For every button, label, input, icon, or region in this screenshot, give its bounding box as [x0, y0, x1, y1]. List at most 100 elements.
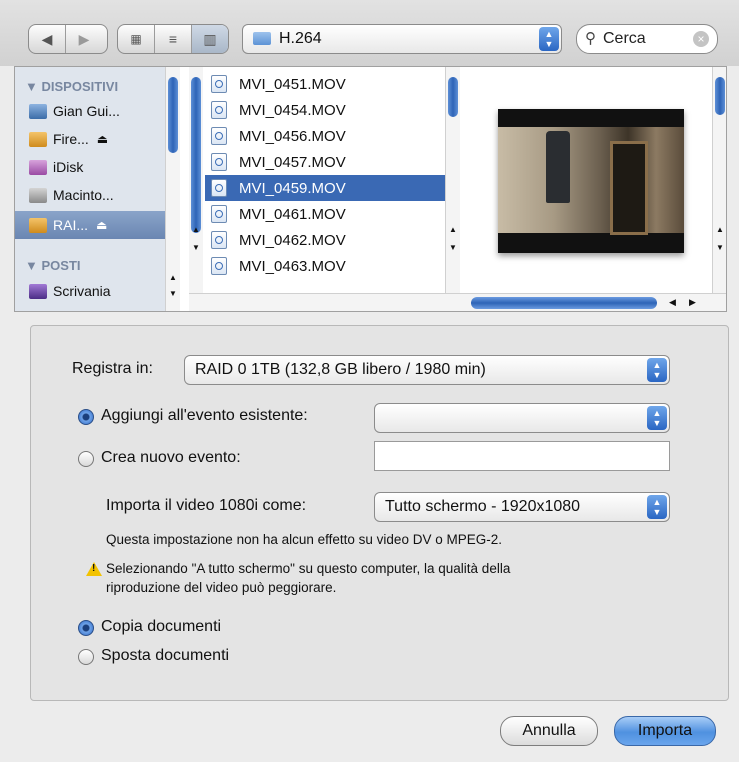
sidebar-item-raid[interactable]: RAI... ⏏ [15, 211, 165, 239]
movie-file-icon [211, 127, 227, 145]
sidebar-scrollbar[interactable]: ▲ ▼ [165, 67, 180, 311]
sidebar-item-computer[interactable]: Gian Gui... [29, 99, 165, 123]
cancel-button[interactable]: Annulla [500, 716, 598, 746]
scroll-left-icon[interactable]: ◀ [669, 297, 676, 308]
disclosure-triangle-icon[interactable]: ▼ [25, 258, 41, 273]
sidebar-item-label: Gian Gui... [53, 103, 120, 119]
sidebar-item-desktop[interactable]: Scrivania [29, 279, 165, 303]
scrollbar-thumb[interactable] [191, 77, 201, 233]
popup-arrows-icon: ▲ ▼ [647, 495, 667, 519]
movie-file-icon [211, 101, 227, 119]
scrollbar-thumb[interactable] [448, 77, 458, 117]
save-in-label: Registra in: [72, 360, 153, 377]
save-in-popup[interactable]: RAID 0 1TB (132,8 GB libero / 1980 min) … [184, 355, 670, 385]
scroll-up-icon[interactable]: ▲ [716, 225, 724, 234]
desktop-icon [29, 283, 47, 299]
video-preview [498, 109, 684, 253]
file-browser: ▼ DISPOSITIVI Gian Gui... Fire... ⏏ iDis… [14, 66, 727, 312]
horizontal-scrollbar[interactable]: ◀ ▶ [189, 293, 726, 311]
scrollbar-thumb[interactable] [715, 77, 725, 115]
list-item[interactable]: MVI_0456.MOV [205, 123, 445, 149]
list-view-icon[interactable]: ≡ [155, 25, 192, 53]
sidebar-header-devices: DISPOSITIVI [41, 79, 119, 94]
search-field[interactable]: ⚲ Cerca × [576, 24, 718, 54]
scroll-down-icon[interactable]: ▼ [449, 243, 457, 252]
view-mode-control: ▦ ≡ ▥ [117, 24, 229, 54]
raid-drive-icon [29, 217, 47, 233]
scroll-right-icon[interactable]: ▶ [689, 297, 696, 308]
scroll-down-icon[interactable]: ▼ [716, 243, 724, 252]
clear-search-icon[interactable]: × [693, 31, 709, 47]
sidebar-item-label: iDisk [53, 159, 84, 175]
file-name: MVI_0461.MOV [239, 205, 346, 223]
list-item[interactable]: MVI_0463.MOV [205, 253, 445, 279]
scrollbar-thumb[interactable] [471, 297, 657, 309]
file-name: MVI_0463.MOV [239, 257, 346, 275]
new-event-field[interactable] [374, 441, 670, 471]
eject-icon[interactable]: ⏏ [97, 132, 108, 146]
movie-file-icon [211, 205, 227, 223]
scrollbar-thumb[interactable] [168, 77, 178, 153]
search-input[interactable]: Cerca [603, 30, 646, 48]
file-name: MVI_0451.MOV [239, 75, 346, 93]
sidebar-item-label: RAI... [53, 217, 89, 233]
existing-event-popup[interactable]: ▲ ▼ [374, 403, 670, 433]
movie-file-icon [211, 179, 227, 197]
file-name: MVI_0454.MOV [239, 101, 346, 119]
list-item[interactable]: MVI_0457.MOV [205, 149, 445, 175]
list-item-selected[interactable]: MVI_0459.MOV [205, 175, 445, 201]
video-preview-image [498, 127, 684, 235]
path-popup[interactable]: H.264 ▲ ▼ [242, 24, 562, 54]
disclosure-triangle-icon[interactable]: ▼ [25, 79, 41, 94]
icon-view-icon[interactable]: ▦ [118, 25, 155, 53]
file-name: MVI_0456.MOV [239, 127, 346, 145]
import-button[interactable]: Importa [614, 716, 716, 746]
idisk-icon [29, 159, 47, 175]
save-in-value: RAID 0 1TB (132,8 GB libero / 1980 min) [195, 361, 486, 378]
movie-file-icon [211, 75, 227, 93]
preview-scrollbar[interactable]: ▲ ▼ [712, 67, 726, 293]
hard-drive-icon [29, 187, 47, 203]
warning-text-line2: riproduzione del video può peggiorare. [106, 580, 337, 595]
back-arrow-icon[interactable]: ◀ [29, 25, 66, 53]
movie-file-icon [211, 231, 227, 249]
list-item[interactable]: MVI_0461.MOV [205, 201, 445, 227]
column2-scrollbar[interactable]: ▲ ▼ [445, 67, 460, 293]
scroll-up-icon[interactable]: ▲ [449, 225, 457, 234]
file-name: MVI_0457.MOV [239, 153, 346, 171]
sidebar-item-label: Macinto... [53, 187, 114, 203]
warning-text-line1: Selezionando "A tutto schermo" su questo… [106, 561, 511, 576]
new-event-radio[interactable] [78, 451, 94, 467]
copy-documents-label: Copia documenti [101, 618, 222, 635]
popup-arrows-icon: ▲ ▼ [647, 406, 667, 430]
sidebar-item-idisk[interactable]: iDisk [29, 155, 165, 179]
scroll-up-icon[interactable]: ▲ [192, 225, 200, 234]
sidebar-item-macintosh[interactable]: Macinto... [29, 183, 165, 207]
list-item[interactable]: MVI_0454.MOV [205, 97, 445, 123]
move-documents-radio[interactable] [78, 649, 94, 665]
folder-icon [253, 32, 271, 45]
computer-icon [29, 103, 47, 119]
popup-arrows-icon: ▲ ▼ [647, 358, 667, 382]
toolbar: ◀ ▶ ▦ ≡ ▥ H.264 ▲ ▼ ⚲ Cerca × [0, 0, 739, 66]
column1-scrollbar[interactable]: ▲ ▼ [189, 67, 203, 293]
scroll-down-icon[interactable]: ▼ [169, 289, 177, 298]
list-item[interactable]: MVI_0462.MOV [205, 227, 445, 253]
eject-icon[interactable]: ⏏ [96, 218, 107, 232]
back-forward-control: ◀ ▶ [28, 24, 108, 54]
scroll-down-icon[interactable]: ▼ [192, 243, 200, 252]
forward-arrow-icon[interactable]: ▶ [66, 25, 102, 53]
import-as-popup[interactable]: Tutto schermo - 1920x1080 ▲ ▼ [374, 492, 670, 522]
search-icon: ⚲ [585, 30, 596, 47]
sidebar-header-places: POSTI [41, 258, 81, 273]
sidebar: ▼ DISPOSITIVI Gian Gui... Fire... ⏏ iDis… [15, 67, 165, 311]
list-item[interactable]: MVI_0451.MOV [205, 71, 445, 97]
scroll-up-icon[interactable]: ▲ [169, 273, 177, 282]
column-view-icon[interactable]: ▥ [192, 25, 228, 53]
path-folder-name: H.264 [279, 30, 322, 47]
sidebar-item-firewire[interactable]: Fire... ⏏ [29, 127, 165, 151]
firewire-drive-icon [29, 131, 47, 147]
add-existing-radio[interactable] [78, 409, 94, 425]
popup-arrows-icon: ▲ ▼ [539, 27, 559, 51]
copy-documents-radio[interactable] [78, 620, 94, 636]
